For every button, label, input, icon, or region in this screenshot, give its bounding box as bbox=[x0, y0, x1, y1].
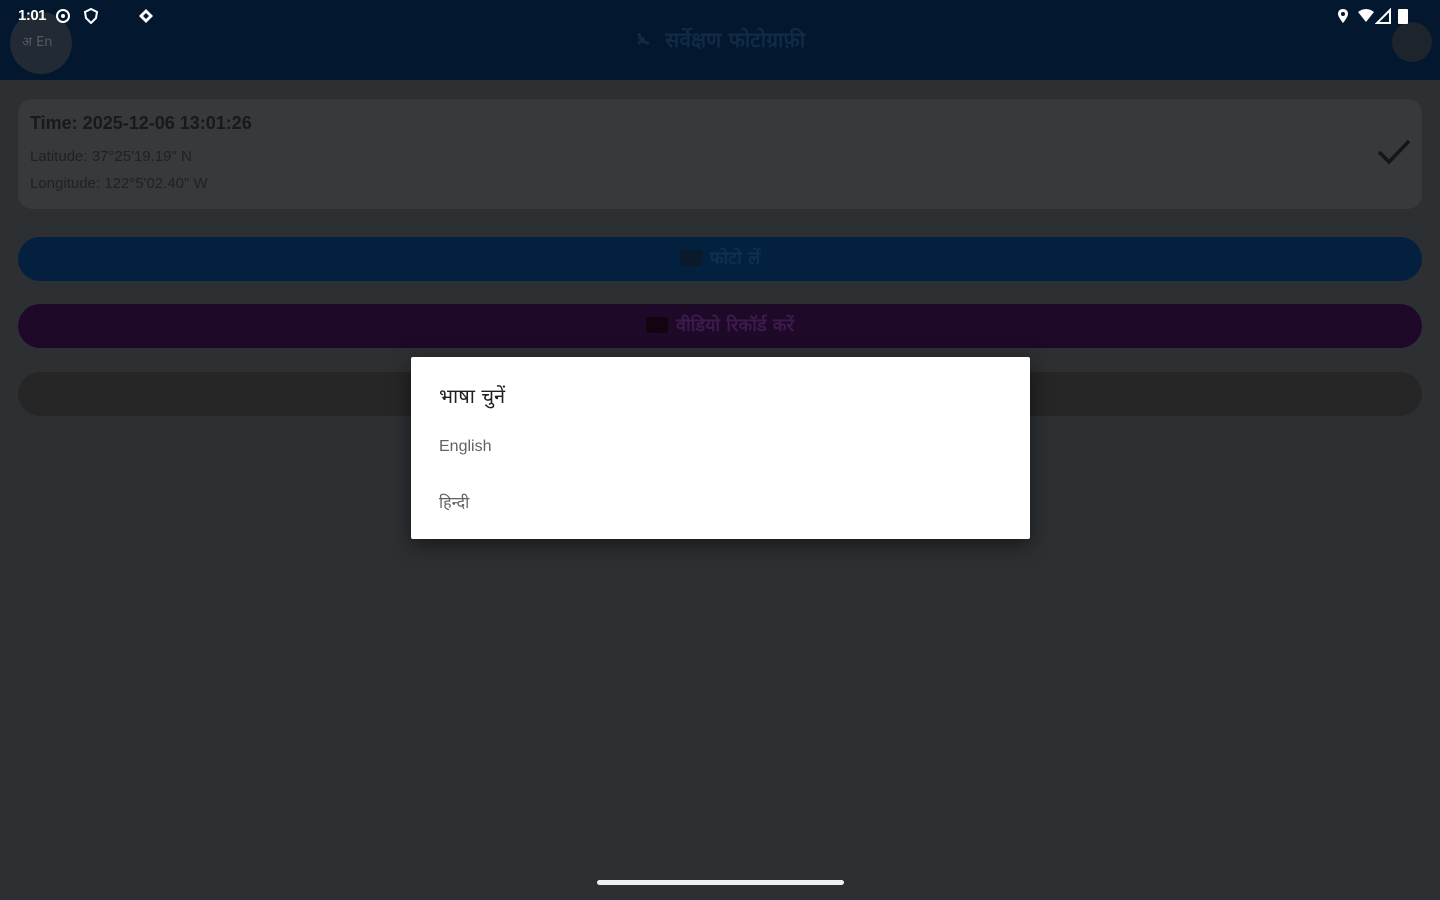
language-option-hindi[interactable]: हिन्दी bbox=[411, 480, 1030, 524]
record-video-button[interactable]: वीडियो रिकॉर्ड करें bbox=[18, 304, 1422, 348]
location-icon bbox=[1338, 9, 1348, 23]
longitude-text: Longitude: 122°5'02.40" W bbox=[30, 175, 208, 192]
language-option-english[interactable]: English bbox=[411, 427, 1030, 471]
camera-icon bbox=[679, 250, 702, 266]
cell-signal-icon bbox=[1375, 8, 1391, 24]
language-option-label: English bbox=[439, 438, 492, 455]
take-photo-button[interactable]: फोटो लें bbox=[18, 237, 1422, 281]
dialog-title: भाषा चुनें bbox=[439, 384, 506, 408]
battery-icon bbox=[1398, 9, 1408, 24]
sync-icon bbox=[56, 9, 70, 23]
shield-icon bbox=[83, 8, 99, 24]
latitude-text: Latitude: 37°25'19.19" N bbox=[30, 148, 192, 165]
satellite-dish-icon bbox=[635, 31, 659, 52]
video-camera-icon bbox=[646, 317, 669, 333]
diamond-icon bbox=[139, 9, 153, 23]
location-info-card: Time: 2025-12-06 13:01:26 Latitude: 37°2… bbox=[18, 99, 1422, 209]
take-photo-label: फोटो लें bbox=[709, 248, 761, 269]
language-option-label: हिन्दी bbox=[439, 495, 470, 512]
status-bar: 1:01 bbox=[0, 0, 1440, 32]
status-time: 1:01 bbox=[18, 7, 47, 24]
timestamp-text: Time: 2025-12-06 13:01:26 bbox=[30, 113, 252, 133]
check-icon bbox=[1377, 139, 1411, 165]
wifi-icon bbox=[1358, 9, 1374, 22]
app-screen: अ En सर्वेक्षण फोटोग्राफ़ी 1:01 Time: 20… bbox=[0, 0, 1440, 900]
language-dialog: भाषा चुनें English हिन्दी bbox=[411, 357, 1030, 539]
home-indicator[interactable] bbox=[597, 880, 844, 885]
record-video-label: वीडियो रिकॉर्ड करें bbox=[676, 315, 794, 336]
